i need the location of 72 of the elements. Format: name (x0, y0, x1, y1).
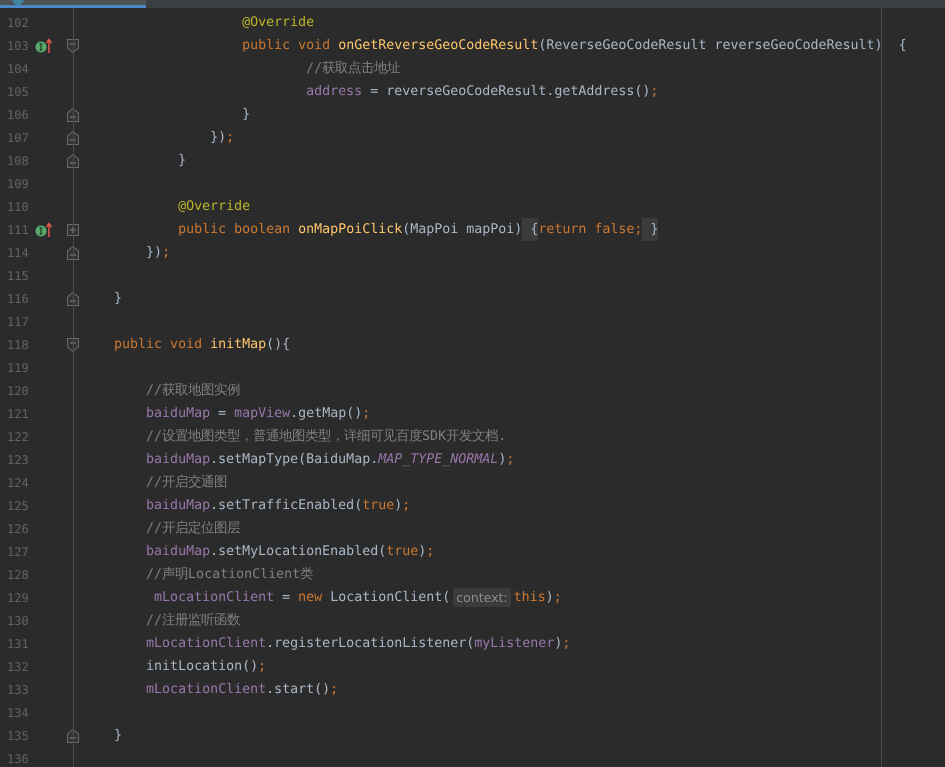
line-number: 133 (7, 682, 30, 698)
code-line: mLocationClient = new LocationClient( context: this); (153, 587, 562, 609)
code-line: //设置地图类型，普通地图类型，详细可见百度SDK开发文档. (145, 428, 506, 446)
line-number: 117 (7, 314, 30, 330)
parameter-hint: context: (453, 588, 511, 607)
line-number: 114 (7, 244, 30, 262)
code-line: //开启定位图层 (145, 520, 240, 538)
code-line: address = reverseGeoCodeResult.getAddress(); (305, 83, 658, 101)
code-line: } (177, 152, 186, 170)
code-line: } (113, 290, 122, 308)
line-number: 123 (7, 452, 30, 468)
line-number: 129 (7, 590, 30, 606)
line-number: 115 (7, 268, 30, 284)
code-line: mLocationClient.start(); (145, 681, 338, 699)
code-line: public void initMap(){ (113, 336, 290, 354)
fold-icon[interactable] (67, 38, 80, 52)
line-number: 126 (7, 520, 30, 538)
line-number: 135 (7, 728, 30, 744)
fold-icon[interactable] (67, 130, 80, 144)
line-number: 119 (7, 360, 30, 376)
code-line: }); (209, 129, 234, 147)
code-line: } (113, 727, 122, 745)
line-number: 132 (7, 658, 30, 676)
line-number: 105 (7, 84, 30, 100)
code-line: baiduMap.setTrafficEnabled(true); (145, 497, 410, 515)
line-number: 127 (7, 544, 30, 560)
code-line: //声明LocationClient类 (145, 566, 314, 584)
line-number: 107 (7, 130, 30, 146)
code-line: //注册监听函数 (145, 612, 240, 630)
fold-icon[interactable] (67, 246, 80, 260)
expand-icon[interactable] (67, 224, 80, 236)
code-line: //开启交通图 (145, 474, 228, 492)
override-marker-icon[interactable] (34, 38, 53, 54)
fold-icon[interactable] (67, 108, 80, 122)
line-number: 108 (7, 152, 30, 170)
line-number: 111 (7, 222, 30, 238)
override-marker-icon[interactable] (34, 222, 53, 238)
line-number: 109 (7, 176, 30, 192)
code-line: @Override (241, 14, 314, 32)
fold-icon[interactable] (67, 728, 80, 742)
line-number: 121 (7, 406, 30, 422)
line-number: 131 (7, 636, 30, 652)
line-number: 110 (7, 198, 30, 216)
code-line: public boolean onMapPoiClick(MapPoi mapPoi) {return false; } (82, 218, 658, 241)
code-line: //获取点击地址 (305, 60, 400, 78)
line-number: 130 (7, 612, 30, 630)
fold-icon[interactable] (67, 154, 80, 168)
line-number: 128 (7, 566, 30, 584)
line-number: 120 (7, 382, 30, 400)
line-number: 104 (7, 60, 30, 78)
line-number: 136 (7, 750, 30, 767)
line-number: 134 (7, 704, 30, 722)
code-line: }); (145, 244, 170, 262)
code-line: //获取地图实例 (145, 382, 240, 400)
line-number: 118 (7, 336, 30, 354)
line-number: 103 (7, 38, 30, 54)
code-line: } (241, 106, 250, 124)
code-line: @Override (177, 198, 250, 216)
line-number: 125 (7, 498, 30, 514)
code-line: baiduMap.setMapType(BaiduMap.MAP_TYPE_NORMAL); (145, 451, 514, 469)
line-number: 116 (7, 290, 30, 308)
fold-icon[interactable] (67, 338, 80, 352)
line-number: 106 (7, 106, 30, 124)
line-number: 122 (7, 428, 30, 446)
line-number: 102 (7, 14, 30, 32)
line-number: 124 (7, 474, 30, 492)
code-line: initLocation(); (145, 658, 266, 676)
code-line: baiduMap = mapView.getMap(); (145, 405, 370, 423)
code-line: public void onGetReverseGeoCodeResult(ReverseGeoCodeResult reverseGeoCodeResult) { (241, 37, 907, 55)
code-line: mLocationClient.registerLocationListener(myListener); (145, 635, 570, 653)
fold-icon[interactable] (67, 292, 80, 306)
code-line: baiduMap.setMyLocationEnabled(true); (145, 543, 434, 561)
